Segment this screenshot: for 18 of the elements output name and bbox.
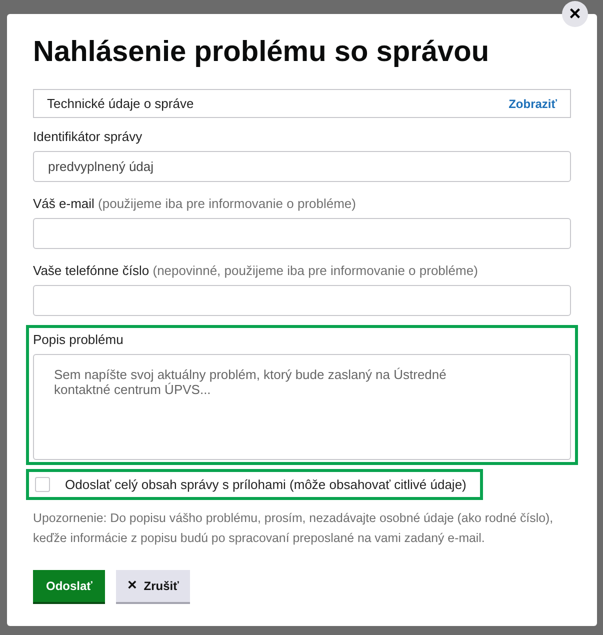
field-label: Popis problému [33, 332, 124, 348]
close-button[interactable]: × [562, 1, 588, 27]
send-button[interactable]: Odoslať [33, 570, 106, 602]
input-field[interactable] [33, 218, 571, 249]
field-label: Identifikátor správy [33, 129, 144, 145]
input-field[interactable]: predvyplnený údaj [33, 151, 571, 182]
technical-data-label: Technické údaje o správe [47, 94, 194, 113]
dialog-title: Nahlásenie problému so správou [33, 35, 490, 70]
checkbox[interactable] [35, 477, 50, 492]
warning-text: Upozornenie: Do popisu vášho problému, prosím, nezadávajte osobné údaje (ako rodné číslo), keďže informácie z popisu budú po spracovaní preposlané na vami zadaný e-mail. [33, 510, 554, 547]
field-label: Vaše telefónne číslo (nepovinné, použijeme iba pre informovanie o probléme) [33, 263, 479, 279]
checkbox-label: Odoslať celý obsah správy s prílohami (môže obsahovať citlivé údaje) [65, 476, 466, 494]
field-label: Váš e-mail (použijeme iba pre informovanie o probléme) [33, 196, 357, 212]
close-icon: × [127, 578, 137, 594]
input-field[interactable] [33, 285, 571, 316]
cancel-button[interactable]: × Zrušiť [116, 570, 190, 602]
description-field[interactable]: Sem napíšte svoj aktuálny problém, ktorý bude zaslaný na Ústredné kontaktné centrum ÚPVS... [33, 354, 571, 460]
show-link[interactable]: Zobraziť [508, 94, 557, 112]
